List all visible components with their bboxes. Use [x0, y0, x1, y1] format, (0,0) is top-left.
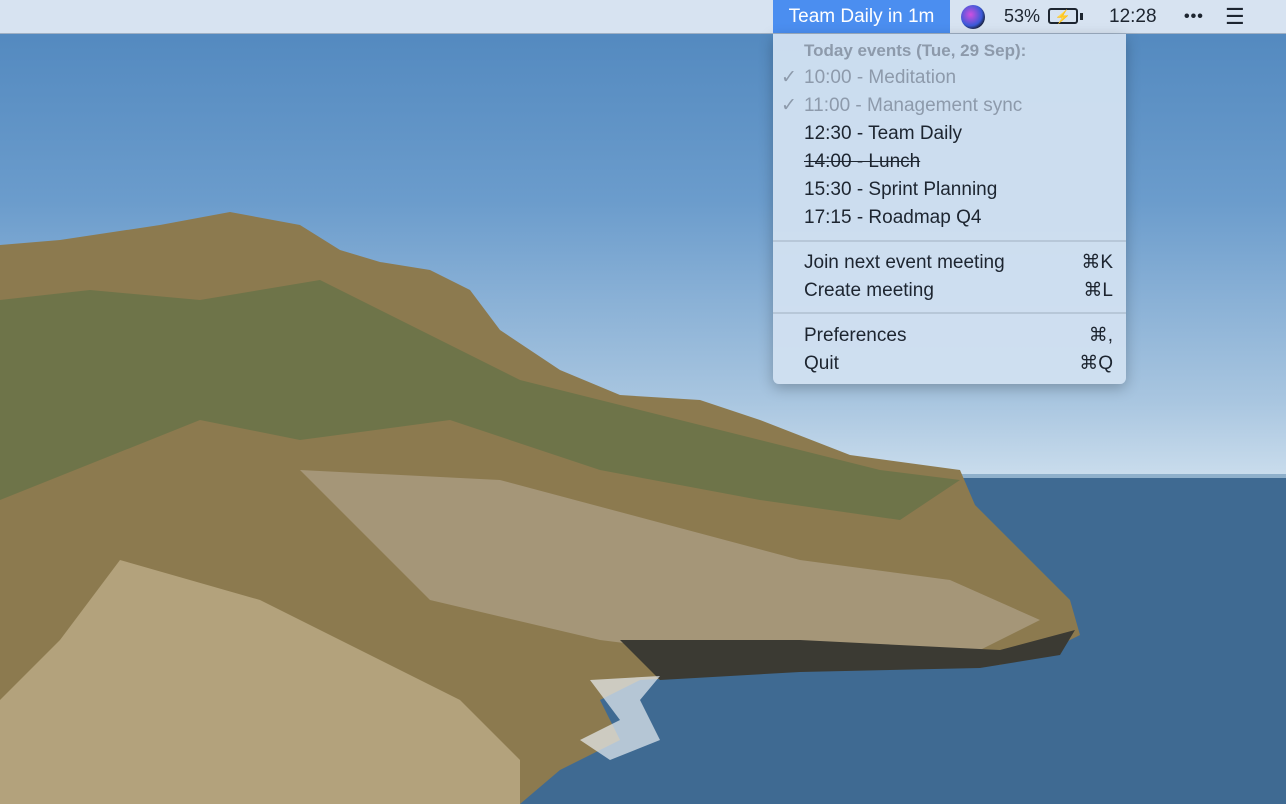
event-item[interactable]: 12:30 - Team Daily [773, 120, 1126, 148]
item-label: Quit [804, 353, 839, 374]
event-label: 15:30 - Sprint Planning [804, 179, 998, 200]
menu-header: Today events (Tue, 29 Sep): [773, 37, 1126, 65]
siri-icon[interactable] [961, 5, 985, 29]
item-label: Create meeting [804, 280, 934, 301]
event-label: 17:15 - Roadmap Q4 [804, 207, 982, 228]
event-label: 10:00 - Meditation [804, 67, 957, 88]
quit-item[interactable]: Quit ⌘Q [773, 350, 1126, 378]
list-icon[interactable]: ☰ [1225, 0, 1245, 33]
event-item[interactable]: 14:00 - Lunch [773, 148, 1126, 176]
shortcut: ⌘Q [1079, 353, 1113, 374]
event-label: 14:00 - Lunch [804, 151, 921, 172]
event-label: 12:30 - Team Daily [804, 123, 963, 144]
menu-header-label: Today events (Tue, 29 Sep): [804, 41, 1027, 60]
shortcut: ⌘, [1088, 325, 1113, 346]
event-item[interactable]: 15:30 - Sprint Planning [773, 176, 1126, 204]
battery-tip [1080, 13, 1083, 20]
join-next-meeting-item[interactable]: Join next event meeting ⌘K [773, 249, 1126, 277]
menu-separator [773, 240, 1126, 242]
item-label: Preferences [804, 325, 907, 346]
event-item[interactable]: ✓ 10:00 - Meditation [773, 64, 1126, 92]
dropdown-menu: Today events (Tue, 29 Sep): ✓ 10:00 - Med… [773, 34, 1126, 384]
menu-bar: Team Daily in 1m 53% ⚡ 12:28 ••• ☰ [0, 0, 1286, 34]
battery-percent[interactable]: 53% [1004, 0, 1040, 33]
preferences-item[interactable]: Preferences ⌘, [773, 322, 1126, 350]
shortcut: ⌘K [1081, 252, 1113, 273]
clock[interactable]: 12:28 [1109, 0, 1157, 33]
menu-separator [773, 312, 1126, 314]
checkmark-icon: ✓ [781, 95, 797, 116]
ellipsis-icon[interactable]: ••• [1184, 0, 1204, 33]
status-item-next-event[interactable]: Team Daily in 1m [773, 0, 950, 33]
checkmark-icon: ✓ [781, 67, 797, 88]
shortcut: ⌘L [1083, 280, 1113, 301]
battery-charging-icon[interactable]: ⚡ [1048, 8, 1078, 24]
event-item[interactable]: 17:15 - Roadmap Q4 [773, 204, 1126, 232]
create-meeting-item[interactable]: Create meeting ⌘L [773, 277, 1126, 305]
event-label: 11:00 - Management sync [804, 95, 1023, 116]
item-label: Join next event meeting [804, 252, 1005, 273]
event-item[interactable]: ✓ 11:00 - Management sync [773, 92, 1126, 120]
